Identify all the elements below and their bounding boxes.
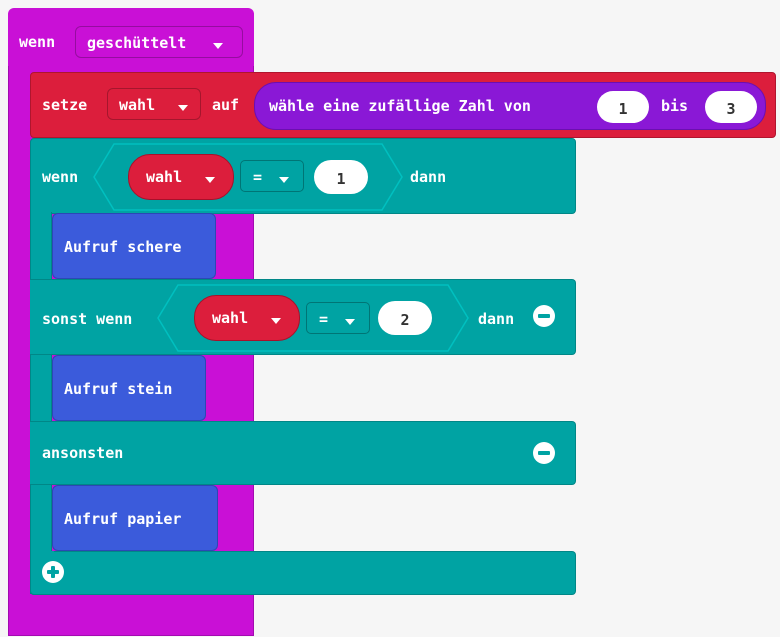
condition-2-variable[interactable]: wahl bbox=[194, 295, 300, 341]
chevron-down-icon bbox=[271, 314, 281, 329]
if-label: wenn bbox=[42, 168, 79, 186]
else-label: ansonsten bbox=[42, 444, 124, 462]
random-from-value: 1 bbox=[618, 100, 628, 118]
condition-1-variable[interactable]: wahl bbox=[128, 154, 234, 200]
set-to-label: auf bbox=[212, 96, 240, 114]
chevron-down-icon bbox=[345, 315, 355, 330]
call-function-papier[interactable]: Aufruf papier bbox=[52, 485, 218, 551]
random-to-value: 3 bbox=[726, 100, 736, 118]
call-function-stein[interactable]: Aufruf stein bbox=[52, 355, 206, 421]
if-block-spine bbox=[30, 212, 52, 594]
then-label-2: dann bbox=[478, 310, 515, 328]
random-label: wähle eine zufällige Zahl von bbox=[269, 97, 531, 115]
condition-1-value-input[interactable]: 1 bbox=[314, 160, 368, 194]
set-variable-name: wahl bbox=[119, 96, 156, 114]
then-label-1: dann bbox=[410, 168, 447, 186]
event-dropdown-value: geschüttelt bbox=[87, 34, 187, 52]
random-to-input[interactable]: 3 bbox=[705, 91, 757, 123]
chevron-down-icon bbox=[213, 39, 223, 54]
event-dropdown[interactable]: geschüttelt bbox=[75, 26, 243, 58]
elseif-label: sonst wenn bbox=[42, 310, 133, 328]
condition-1-operator[interactable]: = bbox=[240, 160, 304, 192]
call-2-label: Aufruf stein bbox=[64, 380, 173, 398]
event-label: wenn bbox=[19, 33, 56, 51]
if-block-footer[interactable] bbox=[30, 551, 576, 595]
condition-1-operator-symbol: = bbox=[253, 168, 263, 186]
condition-2-value: 2 bbox=[400, 311, 410, 329]
condition-2-variable-name: wahl bbox=[212, 309, 249, 327]
random-number-block[interactable]: wähle eine zufällige Zahl von 1 bis 3 bbox=[254, 82, 766, 130]
chevron-down-icon bbox=[279, 173, 289, 188]
minus-circle-icon[interactable] bbox=[533, 442, 555, 464]
set-label: setze bbox=[42, 96, 88, 114]
random-to-label: bis bbox=[661, 97, 689, 115]
plus-circle-icon[interactable] bbox=[42, 561, 64, 583]
condition-1-value: 1 bbox=[336, 170, 346, 188]
random-from-input[interactable]: 1 bbox=[597, 91, 649, 123]
minus-circle-icon[interactable] bbox=[533, 305, 555, 327]
set-variable-dropdown[interactable]: wahl bbox=[107, 88, 201, 120]
call-function-schere[interactable]: Aufruf schere bbox=[52, 213, 216, 279]
condition-2-value-input[interactable]: 2 bbox=[378, 301, 432, 335]
chevron-down-icon bbox=[178, 101, 188, 116]
chevron-down-icon bbox=[205, 173, 215, 188]
condition-2-operator-symbol: = bbox=[319, 310, 329, 328]
call-3-label: Aufruf papier bbox=[64, 510, 182, 528]
call-1-label: Aufruf schere bbox=[64, 238, 182, 256]
condition-1-variable-name: wahl bbox=[146, 168, 183, 186]
condition-2-operator[interactable]: = bbox=[306, 302, 370, 334]
